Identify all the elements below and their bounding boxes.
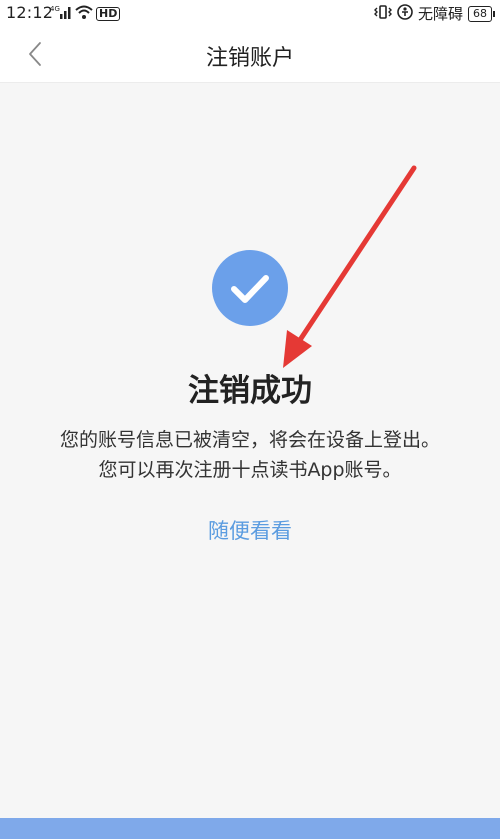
description-line-2: 您可以再次注册十点读书App账号。 — [98, 459, 402, 481]
vibrate-icon — [373, 4, 392, 24]
browse-link[interactable]: 随便看看 — [0, 515, 500, 545]
screen: 12:12 4G HD 无障碍 68 注销账户 注销成功 您的账号信息已被清空，… — [0, 0, 500, 839]
success-title: 注销成功 — [188, 373, 312, 409]
signal-icon: 4G — [50, 4, 72, 24]
status-right-group: 无障碍 68 — [373, 3, 495, 24]
status-time: 12:12 — [6, 3, 54, 22]
hd-badge: HD — [96, 7, 121, 21]
status-bar: 12:12 4G HD 无障碍 68 — [0, 0, 500, 26]
main-content: 注销成功 您的账号信息已被清空，将会在设备上登出。 您可以再次注册十点读书App… — [0, 83, 500, 815]
nav-bar: 注销账户 — [0, 26, 500, 83]
description-line-1: 您的账号信息已被清空，将会在设备上登出。 — [59, 429, 440, 451]
accessibility-label: 无障碍 — [417, 5, 463, 23]
wifi-icon — [75, 4, 93, 24]
network-type-label: 4G — [50, 5, 60, 13]
battery-icon: 68 — [468, 5, 495, 22]
page-title: 注销账户 — [205, 46, 294, 71]
accessibility-icon — [397, 3, 413, 24]
success-badge — [212, 250, 288, 326]
check-icon — [231, 275, 269, 303]
status-left-icons: 4G HD — [50, 4, 121, 24]
bottom-bar — [0, 818, 500, 839]
